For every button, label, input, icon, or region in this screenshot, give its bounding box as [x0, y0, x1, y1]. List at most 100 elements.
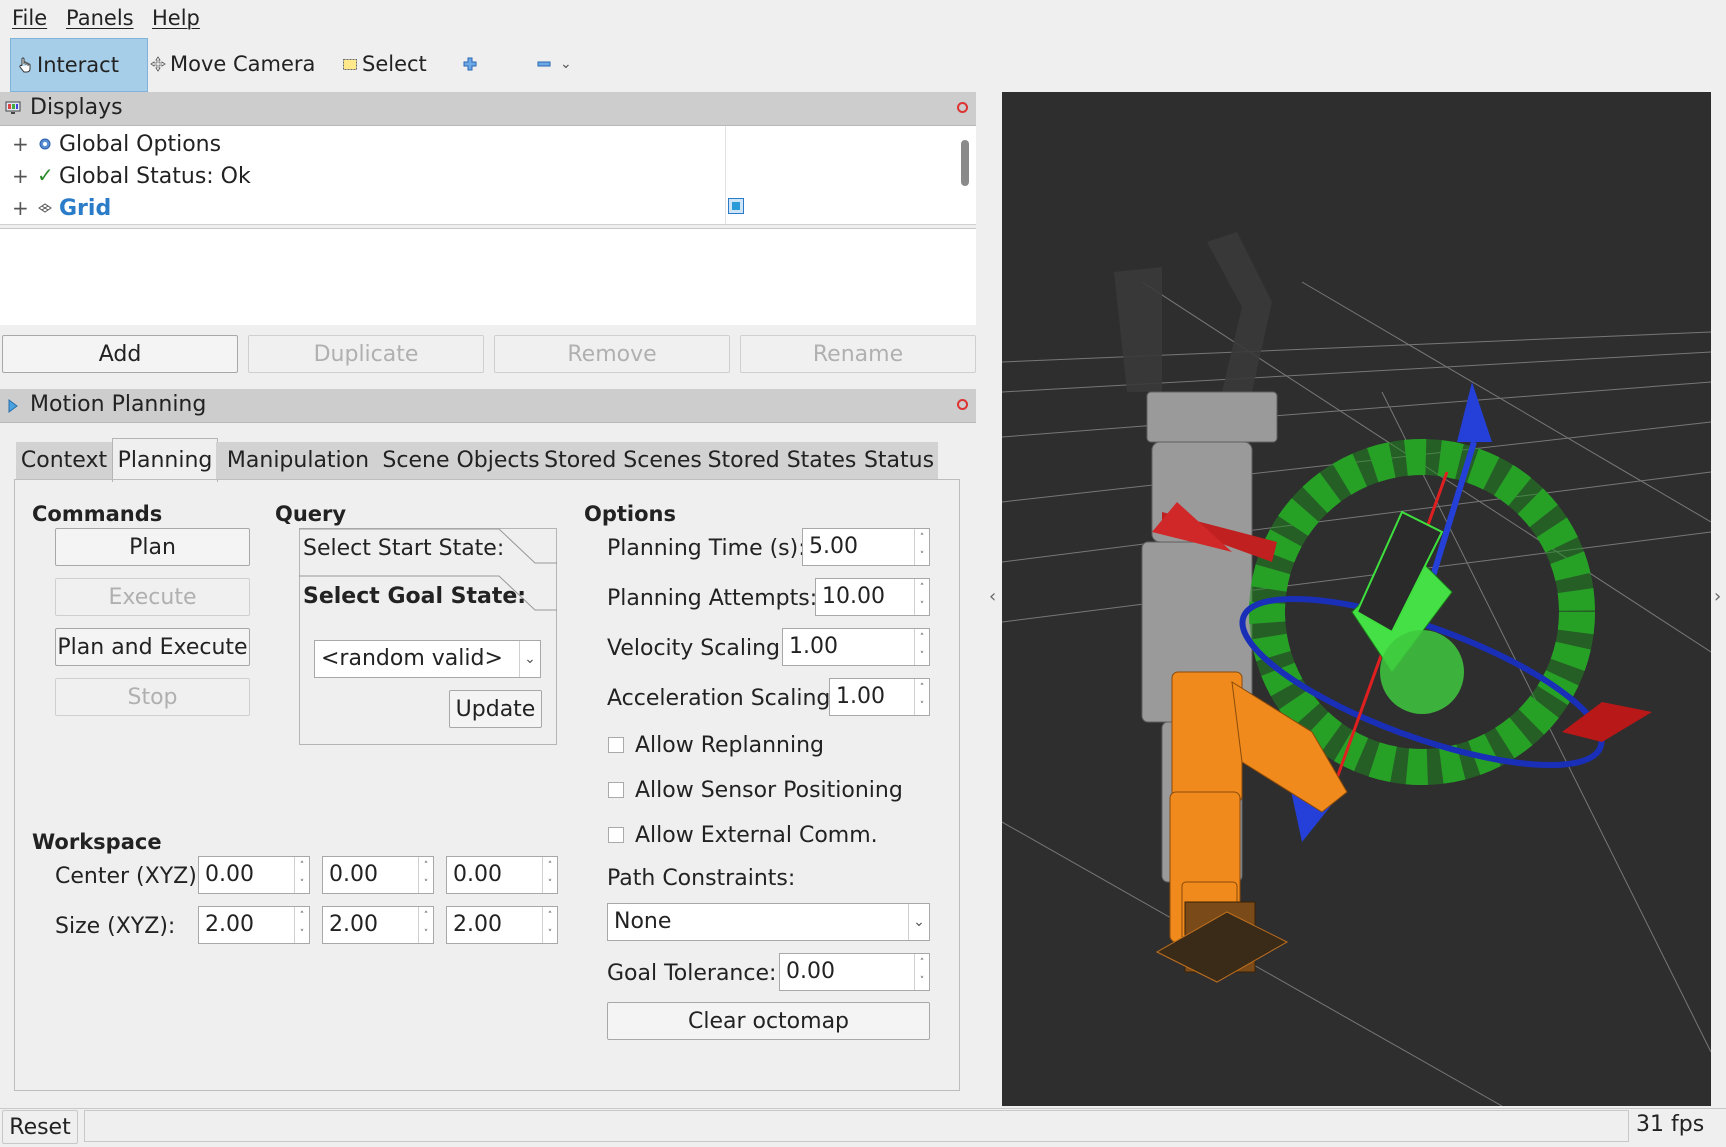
options-title: Options [584, 502, 676, 526]
render-viewport[interactable] [1001, 92, 1712, 1107]
close-icon[interactable] [957, 102, 968, 113]
menu-help[interactable]: Help [152, 6, 200, 30]
tab-manipulation[interactable]: Manipulation [216, 442, 380, 480]
spin-arrows-icon[interactable]: ˄ ˅ [914, 629, 929, 665]
reset-button[interactable]: Reset [2, 1110, 78, 1144]
chevron-down-icon[interactable]: ⌄ [560, 56, 572, 72]
move-camera-label: Move Camera [170, 52, 316, 76]
center-y-value: 0.00 [329, 862, 378, 887]
collapse-right-arrow-icon[interactable]: › [1714, 586, 1721, 607]
grid-enabled-checkbox[interactable] [728, 198, 744, 214]
select-goal-state-tab[interactable]: Select Goal State: [303, 584, 526, 609]
query-title: Query [275, 502, 347, 526]
planning-attempts-value: 10.00 [822, 584, 885, 609]
allow-replanning-checkbox[interactable] [608, 737, 624, 753]
workspace-size-x-spinbox[interactable]: 2.00 ˄ ˅ [198, 906, 310, 944]
center-z-value: 0.00 [453, 862, 502, 887]
size-x-value: 2.00 [205, 912, 254, 937]
motion-planning-icon [8, 399, 18, 413]
center-x-value: 0.00 [205, 862, 254, 887]
size-z-value: 2.00 [453, 912, 502, 937]
clear-octomap-button[interactable]: Clear octomap [607, 1002, 930, 1040]
workspace-size-z-spinbox[interactable]: 2.00 ˄ ˅ [446, 906, 558, 944]
tree-row-global-status[interactable]: + ✓ Global Status: Ok [0, 161, 725, 193]
spin-arrows-icon[interactable]: ˄ ˅ [294, 907, 309, 943]
hand-pointer-icon [19, 57, 31, 73]
tab-status[interactable]: Status [860, 442, 938, 480]
expand-icon[interactable]: + [12, 196, 29, 220]
menu-bar: File Panels Help [0, 0, 1726, 38]
execute-button[interactable]: Execute [55, 578, 250, 616]
tree-row-grid[interactable]: + Grid [0, 193, 725, 225]
status-message-field [84, 1110, 1629, 1142]
fps-counter: 31 fps [1636, 1112, 1705, 1137]
tab-stored-scenes[interactable]: Stored Scenes [542, 442, 704, 480]
remove-display-button[interactable]: Remove [494, 335, 730, 373]
workspace-center-z-spinbox[interactable]: 0.00 ˄ ˅ [446, 856, 558, 894]
collapse-left-arrow-icon[interactable]: ‹ [989, 586, 996, 607]
select-tool-button[interactable]: Select [342, 38, 427, 90]
close-icon[interactable] [957, 399, 968, 410]
tree-column-divider [725, 126, 726, 224]
spin-arrows-icon[interactable]: ˄ ˅ [914, 529, 929, 565]
allow-sensor-positioning-checkbox[interactable] [608, 782, 624, 798]
duplicate-display-button[interactable]: Duplicate [248, 335, 484, 373]
tree-scrollbar-thumb[interactable] [961, 140, 969, 186]
remove-tool-button[interactable]: ⌄ [536, 38, 572, 90]
tab-stored-states[interactable]: Stored States [704, 442, 860, 480]
path-constraints-select[interactable]: None ⌄ [607, 903, 930, 941]
move-camera-tool-button[interactable]: Move Camera [150, 38, 315, 90]
planning-attempts-spinbox[interactable]: 10.00 ˄ ˅ [815, 578, 930, 616]
grid-icon [38, 203, 52, 213]
acceleration-scaling-spinbox[interactable]: 1.00 ˄ ˅ [829, 678, 930, 716]
chevron-down-icon: ⌄ [519, 641, 540, 677]
tab-context[interactable]: Context [16, 442, 112, 480]
minus-icon [537, 61, 551, 67]
spin-arrows-icon[interactable]: ˄ ˅ [294, 857, 309, 893]
path-constraints-label: Path Constraints: [607, 866, 796, 891]
plus-icon [463, 57, 477, 71]
monitor-icon [5, 101, 21, 114]
workspace-size-y-spinbox[interactable]: 2.00 ˄ ˅ [322, 906, 434, 944]
displays-title: Displays [30, 95, 123, 120]
update-button[interactable]: Update [449, 690, 542, 728]
tree-row-global-options[interactable]: + Global Options [0, 129, 725, 161]
stop-button[interactable]: Stop [55, 678, 250, 716]
planning-attempts-label: Planning Attempts: [607, 586, 818, 611]
spin-arrows-icon[interactable]: ˄ ˅ [418, 857, 433, 893]
acceleration-scaling-value: 1.00 [836, 684, 885, 709]
expand-icon[interactable]: + [12, 164, 29, 188]
tab-planning[interactable]: Planning [112, 438, 218, 482]
spin-arrows-icon[interactable]: ˄ ˅ [418, 907, 433, 943]
add-tool-button[interactable] [462, 38, 478, 90]
interact-tool-button[interactable]: Interact [10, 38, 148, 92]
add-display-button[interactable]: Add [2, 335, 238, 373]
menu-file[interactable]: File [12, 6, 47, 30]
velocity-scaling-spinbox[interactable]: 1.00 ˄ ˅ [782, 628, 930, 666]
spin-arrows-icon[interactable]: ˄ ˅ [542, 907, 557, 943]
displays-tree: + Global Options + ✓ Global Status: Ok +… [0, 126, 976, 225]
rename-display-button[interactable]: Rename [740, 335, 976, 373]
plan-button[interactable]: Plan [55, 528, 250, 566]
menu-panels[interactable]: Panels [66, 6, 134, 30]
chevron-down-icon: ⌄ [908, 904, 929, 940]
allow-external-comm-checkbox[interactable] [608, 827, 624, 843]
planning-time-spinbox[interactable]: 5.00 ˄ ˅ [802, 528, 930, 566]
spin-arrows-icon[interactable]: ˄ ˅ [914, 954, 929, 990]
plan-and-execute-button[interactable]: Plan and Execute [55, 628, 250, 666]
tab-scene-objects[interactable]: Scene Objects [380, 442, 542, 480]
allow-sensor-positioning-label: Allow Sensor Positioning [635, 778, 903, 803]
tree-row-label: Global Status: Ok [59, 164, 251, 189]
workspace-center-x-spinbox[interactable]: 0.00 ˄ ˅ [198, 856, 310, 894]
goal-state-select[interactable]: <random valid> ⌄ [314, 640, 541, 678]
spin-arrows-icon[interactable]: ˄ ˅ [542, 857, 557, 893]
select-start-state-tab[interactable]: Select Start State: [303, 536, 504, 561]
goal-state-value: <random valid> [321, 646, 503, 671]
display-description-area [0, 228, 976, 325]
interact-label: Interact [37, 53, 119, 77]
spin-arrows-icon[interactable]: ˄ ˅ [914, 679, 929, 715]
spin-arrows-icon[interactable]: ˄ ˅ [914, 579, 929, 615]
workspace-center-y-spinbox[interactable]: 0.00 ˄ ˅ [322, 856, 434, 894]
goal-tolerance-spinbox[interactable]: 0.00 ˄ ˅ [779, 953, 930, 991]
expand-icon[interactable]: + [12, 132, 29, 156]
